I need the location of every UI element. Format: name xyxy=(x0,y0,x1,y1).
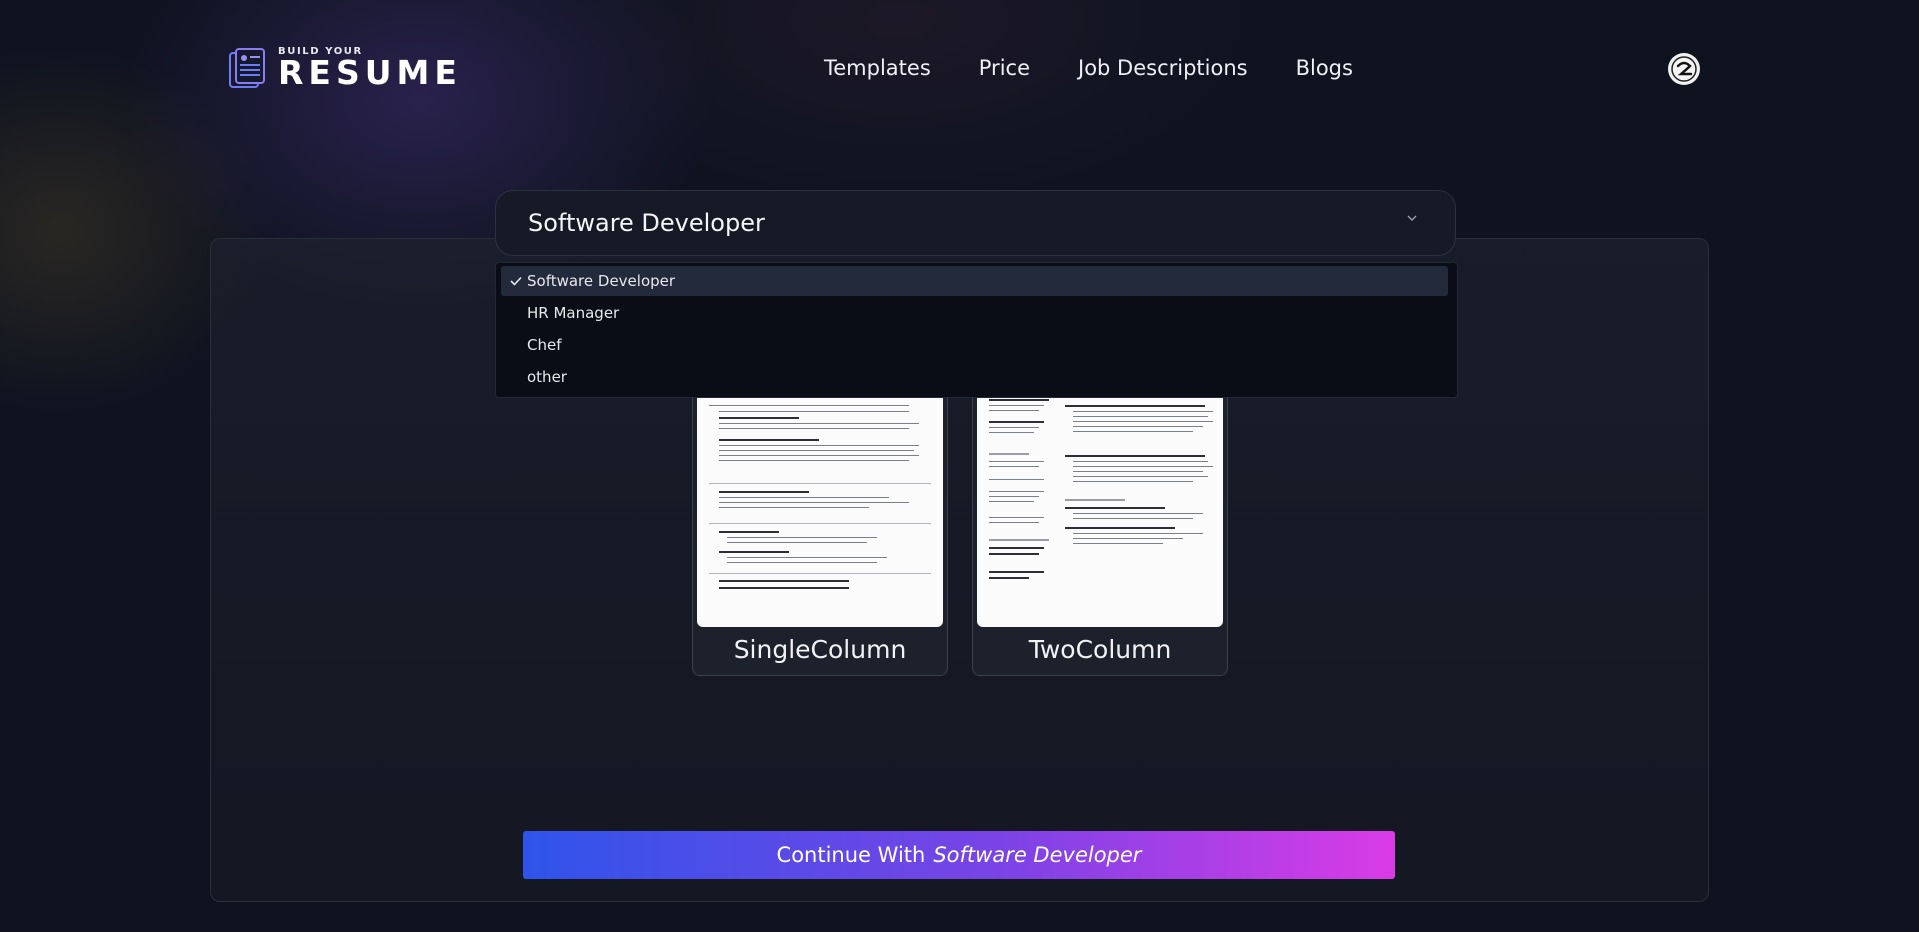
job-option-hr-manager[interactable]: HR Manager xyxy=(501,298,1448,328)
template-name: TwoColumn xyxy=(1028,635,1172,664)
job-option-label: Software Developer xyxy=(527,272,676,290)
template-card-singlecolumn[interactable]: SingleColumn xyxy=(692,386,948,676)
job-option-chef[interactable]: Chef xyxy=(501,330,1448,360)
continue-button[interactable]: Continue With Software Developer xyxy=(523,831,1395,879)
nav-job-descriptions[interactable]: Job Descriptions xyxy=(1078,56,1248,80)
job-select[interactable]: Software Developer xyxy=(495,190,1456,256)
continue-button-job: Software Developer xyxy=(933,843,1142,867)
job-select-dropdown: Software Developer HR Manager Chef other xyxy=(495,262,1458,398)
template-name: SingleColumn xyxy=(733,635,907,664)
chevron-down-icon xyxy=(1407,215,1417,221)
job-option-label: HR Manager xyxy=(527,304,620,322)
job-option-other[interactable]: other xyxy=(501,362,1448,392)
job-option-software-developer[interactable]: Software Developer xyxy=(501,266,1448,296)
nav-templates[interactable]: Templates xyxy=(824,56,931,80)
template-card-twocolumn[interactable]: TwoColumn xyxy=(972,386,1228,676)
main-nav: Templates Price Job Descriptions Blogs xyxy=(824,56,1353,80)
template-preview-twocolumn xyxy=(977,387,1223,627)
continue-button-prefix: Continue With xyxy=(776,843,926,867)
job-option-label: other xyxy=(527,368,567,386)
user-avatar-icon[interactable] xyxy=(1668,53,1700,85)
job-select-value: Software Developer xyxy=(528,209,765,237)
nav-price[interactable]: Price xyxy=(979,56,1030,80)
check-icon xyxy=(510,276,522,286)
job-option-label: Chef xyxy=(527,336,562,354)
resume-logo-icon xyxy=(226,47,268,89)
nav-blogs[interactable]: Blogs xyxy=(1296,56,1353,80)
template-preview-singlecolumn xyxy=(697,387,943,627)
site-logo[interactable]: BUILD YOUR RESUME xyxy=(226,46,462,90)
logo-wordmark: RESUME xyxy=(278,53,462,92)
